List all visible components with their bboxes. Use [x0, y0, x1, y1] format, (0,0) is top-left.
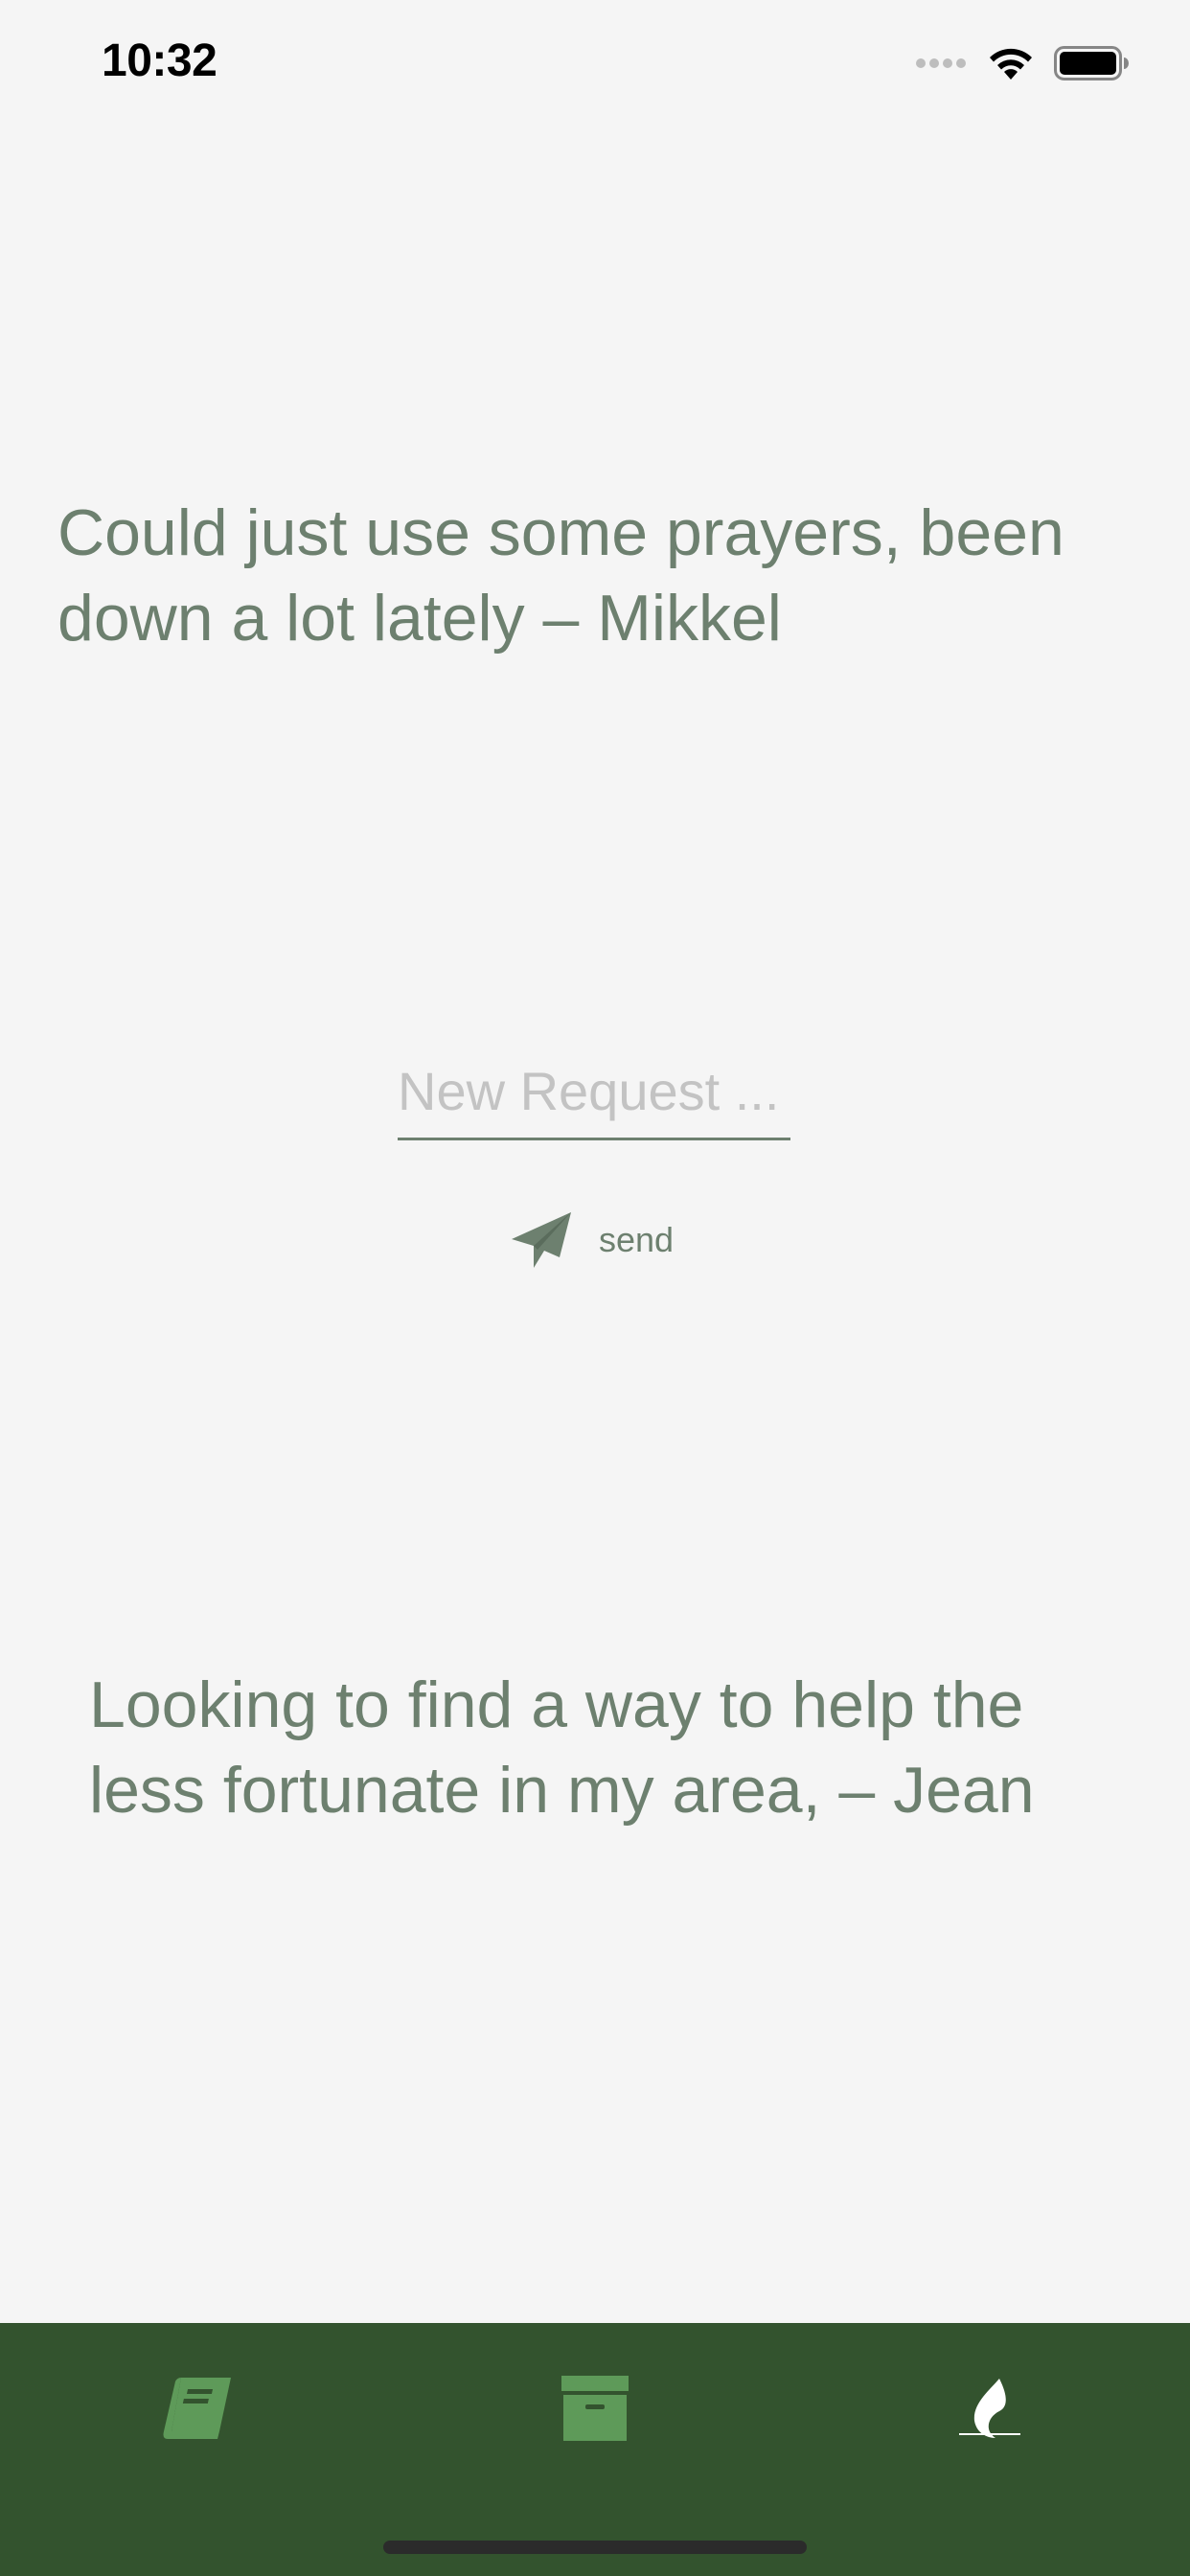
archive-box-icon [561, 2376, 629, 2441]
prayer-request-card: Looking to find a way to help the less f… [89, 1668, 1035, 1827]
prayer-request-card: Could just use some prayers, been down a… [57, 496, 1064, 655]
status-bar: 10:32 [0, 0, 1190, 134]
status-time: 10:32 [102, 35, 217, 86]
tab-archive[interactable] [397, 2323, 793, 2496]
tab-prayer-requests[interactable] [793, 2323, 1190, 2496]
cellular-signal-icon [912, 58, 966, 68]
new-request-input[interactable] [398, 1045, 790, 1140]
active-tab-indicator [959, 2433, 1020, 2435]
paper-plane-icon [512, 1212, 571, 1268]
wifi-icon [990, 48, 1032, 80]
book-icon [163, 2378, 231, 2439]
status-icons [912, 42, 1129, 84]
send-label: send [599, 1220, 675, 1259]
battery-icon [1054, 46, 1129, 80]
tab-journal[interactable] [0, 2323, 397, 2496]
flame-icon [973, 2379, 1006, 2438]
home-indicator [383, 2541, 807, 2554]
send-button[interactable]: send [510, 1206, 674, 1275]
tab-bar [0, 2323, 1190, 2576]
